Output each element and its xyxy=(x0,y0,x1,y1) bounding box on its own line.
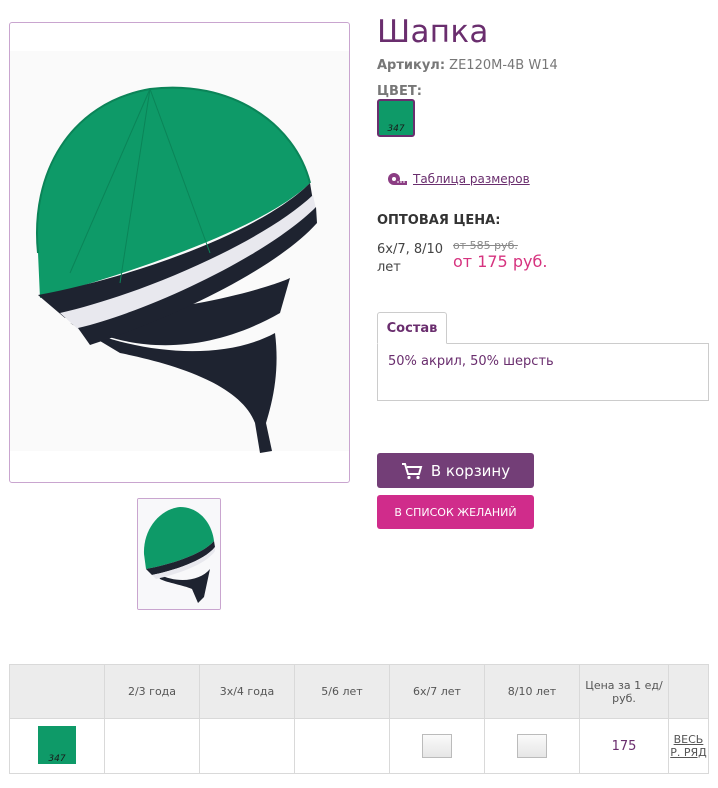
current-price: от 175 руб. xyxy=(453,252,548,271)
row-cell-3x-4 xyxy=(199,718,295,774)
row-cell-8-10 xyxy=(484,718,580,774)
quantity-input-8-10[interactable] xyxy=(517,734,547,758)
hat-illustration xyxy=(10,51,349,453)
row-color-swatch: 347 xyxy=(38,725,76,764)
color-label: ЦВЕТ: xyxy=(377,84,422,99)
main-product-image[interactable] xyxy=(9,22,350,483)
row-action-cell: ВЕСЬ Р. РЯД xyxy=(668,718,709,774)
row-cell-2-3 xyxy=(104,718,200,774)
order-grid-header: 2/3 года 3х/4 года 5/6 лет 6х/7 лет 8/10… xyxy=(9,664,709,719)
add-to-cart-button[interactable]: В корзину xyxy=(377,453,534,488)
tab-panel-composition: 50% акрил, 50% шерсть xyxy=(377,343,709,401)
row-unit-price: 175 xyxy=(611,738,637,754)
add-to-cart-label: В корзину xyxy=(430,461,511,480)
size-table-label: Таблица размеров xyxy=(413,172,530,186)
old-price: от 585 руб. xyxy=(453,239,518,252)
sizes-text: 6х/7, 8/10 лет xyxy=(377,242,444,275)
row-color-code: 347 xyxy=(48,753,66,764)
article-line: Артикул: ZE120M-4B W14 xyxy=(377,58,558,73)
article-value: ZE120M-4B W14 xyxy=(449,58,558,73)
row-cell-5-6 xyxy=(294,718,390,774)
header-unit-price: Цена за 1 ед/ руб. xyxy=(579,664,669,719)
product-title: Шапка xyxy=(377,14,489,50)
wholesale-price-label: ОПТОВАЯ ЦЕНА: xyxy=(377,213,501,228)
header-action xyxy=(668,664,709,719)
row-unit-price-cell: 175 xyxy=(579,718,669,774)
product-thumbnail[interactable] xyxy=(137,498,221,610)
composition-text: 50% акрил, 50% шерсть xyxy=(388,354,554,369)
color-code: 347 xyxy=(387,124,405,134)
whole-size-range-link[interactable]: ВЕСЬ Р. РЯД xyxy=(670,733,707,759)
header-size-2-3: 2/3 года xyxy=(104,664,200,719)
header-size-8-10: 8/10 лет xyxy=(484,664,580,719)
quantity-input-6x-7[interactable] xyxy=(422,734,452,758)
row-cell-6x-7 xyxy=(389,718,485,774)
table-row: 347 175 ВЕСЬ Р. РЯД xyxy=(9,718,709,774)
tab-composition[interactable]: Состав xyxy=(377,312,447,344)
row-color-cell: 347 xyxy=(9,718,105,774)
header-size-5-6: 5/6 лет xyxy=(294,664,390,719)
measuring-tape-icon xyxy=(388,173,407,185)
color-swatch[interactable]: 347 xyxy=(377,99,415,137)
order-grid: 2/3 года 3х/4 года 5/6 лет 6х/7 лет 8/10… xyxy=(9,664,709,774)
header-color xyxy=(9,664,105,719)
size-table-link[interactable]: Таблица размеров xyxy=(387,172,530,186)
header-size-3x-4: 3х/4 года xyxy=(199,664,295,719)
hat-thumbnail-illustration xyxy=(138,499,220,609)
add-to-wishlist-button[interactable]: В СПИСОК ЖЕЛАНИЙ xyxy=(377,495,534,529)
article-label: Артикул: xyxy=(377,58,446,73)
shopping-cart-icon xyxy=(401,462,423,479)
header-size-6x-7: 6х/7 лет xyxy=(389,664,485,719)
